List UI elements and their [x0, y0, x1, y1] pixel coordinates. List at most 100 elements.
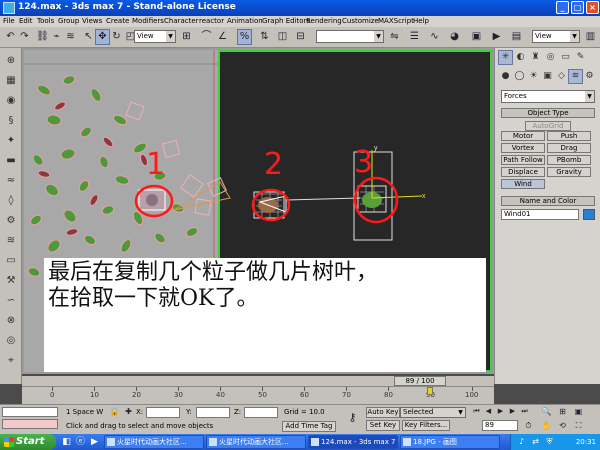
taskbar-item[interactable]: 火星时代动画大社区... [104, 435, 204, 449]
auto-key-button[interactable]: Auto Key [366, 407, 400, 418]
select-move-icon[interactable]: ✥ [95, 29, 110, 45]
wind-button[interactable]: Wind [501, 179, 545, 189]
arc-rotate-icon[interactable]: ⟲ [556, 420, 569, 431]
maximize-viewport-icon[interactable]: ⛶ [572, 420, 585, 431]
maximize-button[interactable]: □ [571, 1, 584, 14]
motion-tab-icon[interactable]: ◎ [544, 51, 557, 64]
menu-customize[interactable]: Customize [342, 16, 379, 27]
key-marker[interactable] [427, 387, 433, 395]
menu-rendering[interactable]: Rendering [306, 16, 342, 27]
reactor-collection-icon[interactable]: ⊕ [4, 54, 18, 68]
show-desktop-icon[interactable]: ◧ [60, 435, 73, 449]
reactor-deform-icon[interactable]: ✦ [4, 134, 18, 148]
current-frame-field[interactable]: 89 [482, 420, 518, 431]
gravity-button[interactable]: Gravity [547, 167, 591, 177]
object-color-swatch[interactable] [583, 209, 595, 220]
geometry-icon[interactable]: ● [499, 70, 512, 83]
absolute-mode-icon[interactable]: ✚ [122, 406, 135, 417]
name-and-color-rollout[interactable]: Name and Color [501, 196, 595, 206]
set-key-button[interactable]: Set Key [366, 420, 400, 431]
reactor-analyze-icon[interactable]: ⌖ [4, 354, 18, 368]
mirror-icon[interactable]: ◫ [276, 30, 289, 44]
menu-reactor[interactable]: reactor [199, 16, 224, 27]
reactor-motor-icon[interactable]: ⚙ [4, 214, 18, 228]
close-button[interactable]: × [586, 1, 599, 14]
key-filters-button[interactable]: Key Filters... [402, 420, 450, 431]
zoom-extents-icon[interactable]: ▣ [572, 406, 585, 417]
volume-icon[interactable]: ♪ [515, 435, 528, 449]
push-button[interactable]: Push [547, 131, 591, 141]
taskbar-item[interactable]: 18.JPG - 画图 [400, 435, 500, 449]
display-tab-icon[interactable]: ▭ [559, 51, 572, 64]
select-object-icon[interactable]: ↖ [82, 30, 95, 44]
reactor-water-icon[interactable]: ∽ [4, 294, 18, 308]
menu-animation[interactable]: Animation [227, 16, 263, 27]
reactor-rope-icon[interactable]: § [4, 114, 18, 128]
vortex-button[interactable]: Vortex [501, 143, 545, 153]
reactor-spring-icon[interactable]: ≈ [4, 174, 18, 188]
key-selection-dropdown[interactable]: Selected ▼ [400, 407, 466, 418]
media-quicklaunch-icon[interactable]: ▶ [88, 435, 101, 449]
utilities-tab-icon[interactable]: ✎ [574, 51, 587, 64]
pivot-center-icon[interactable]: ⊞ [180, 30, 193, 44]
redo-icon[interactable]: ↷ [18, 30, 31, 44]
unlink-icon[interactable]: ⌁ [50, 30, 63, 44]
systems-icon[interactable]: ⚙ [583, 70, 596, 83]
cameras-icon[interactable]: ▣ [541, 70, 554, 83]
pbomb-button[interactable]: PBomb [547, 155, 591, 165]
zoom-all-icon[interactable]: ⊞ [556, 406, 569, 417]
quick-render-icon[interactable]: ▶ [490, 30, 503, 44]
lock-selection-icon[interactable]: 🔒 [108, 406, 121, 417]
displace-button[interactable]: Displace [501, 167, 545, 177]
menu-group[interactable]: Group [58, 16, 79, 27]
layer-manager-icon[interactable]: ☰ [408, 30, 421, 44]
track-bar[interactable]: 0 10 20 30 40 50 60 70 80 90 100 [22, 386, 494, 404]
object-type-rollout[interactable]: Object Type [501, 108, 595, 118]
percent-snap-icon[interactable]: % [237, 29, 252, 45]
render-last-icon[interactable]: ▥ [584, 30, 597, 44]
particle-emitter-2[interactable] [253, 191, 287, 219]
start-button[interactable]: Start [0, 434, 56, 450]
reactor-softbody-icon[interactable]: ◉ [4, 94, 18, 108]
menu-file[interactable]: File [3, 16, 15, 27]
minimize-button[interactable]: _ [556, 1, 569, 14]
mirror-tool-icon[interactable]: ⇋ [388, 30, 401, 44]
render-scene-icon[interactable]: ▣ [470, 30, 483, 44]
reactor-preview-icon[interactable]: ◎ [4, 334, 18, 348]
add-time-tag-button[interactable]: Add Time Tag [282, 421, 336, 432]
menu-tools[interactable]: Tools [37, 16, 54, 27]
menu-maxscript[interactable]: MAXScript [378, 16, 414, 27]
select-rotate-icon[interactable]: ↻ [110, 30, 123, 44]
lights-icon[interactable]: ☀ [527, 70, 540, 83]
space-warps-icon[interactable]: ≋ [568, 69, 583, 84]
reactor-dashpot-icon[interactable]: ◊ [4, 194, 18, 208]
go-to-end-icon[interactable]: ⏭ [518, 406, 531, 417]
hierarchy-tab-icon[interactable]: ♜ [529, 51, 542, 64]
pan-icon[interactable]: ✋ [540, 420, 553, 431]
render-type-icon[interactable]: ▤ [510, 30, 523, 44]
named-selection-dropdown[interactable]: ▼ [316, 30, 384, 43]
bind-space-warp-icon[interactable]: ≋ [64, 30, 77, 44]
menu-create[interactable]: Create [106, 16, 129, 27]
menu-help[interactable]: Help [413, 16, 429, 27]
menu-character[interactable]: Character [164, 16, 199, 27]
modify-tab-icon[interactable]: ◐ [514, 51, 527, 64]
taskbar-item-active[interactable]: 124.max - 3ds max 7 ... [308, 435, 398, 449]
leaf-particles[interactable] [27, 74, 227, 278]
reactor-constraint-icon[interactable]: ⊗ [4, 314, 18, 328]
ie-quicklaunch-icon[interactable]: ⓔ [74, 435, 87, 449]
reactor-fracture-icon[interactable]: ⚒ [4, 274, 18, 288]
security-icon[interactable]: ⛨ [543, 435, 556, 449]
object-name-field[interactable]: Wind01 [501, 209, 579, 220]
path-follow-button[interactable]: Path Follow [501, 155, 545, 165]
autogrid-checkbox[interactable]: AutoGrid [525, 121, 571, 131]
shapes-icon[interactable]: ◯ [513, 70, 526, 83]
zoom-icon[interactable]: 🔍 [540, 406, 553, 417]
reactor-toy-car-icon[interactable]: ▭ [4, 254, 18, 268]
maxscript-output-field[interactable] [2, 419, 58, 429]
time-slider-thumb[interactable]: 89 / 100 [394, 376, 446, 386]
helpers-icon[interactable]: ◇ [555, 70, 568, 83]
reactor-wind-icon[interactable]: ≋ [4, 234, 18, 248]
time-config-icon[interactable]: ⏱ [522, 420, 535, 431]
reactor-plane-icon[interactable]: ▬ [4, 154, 18, 168]
